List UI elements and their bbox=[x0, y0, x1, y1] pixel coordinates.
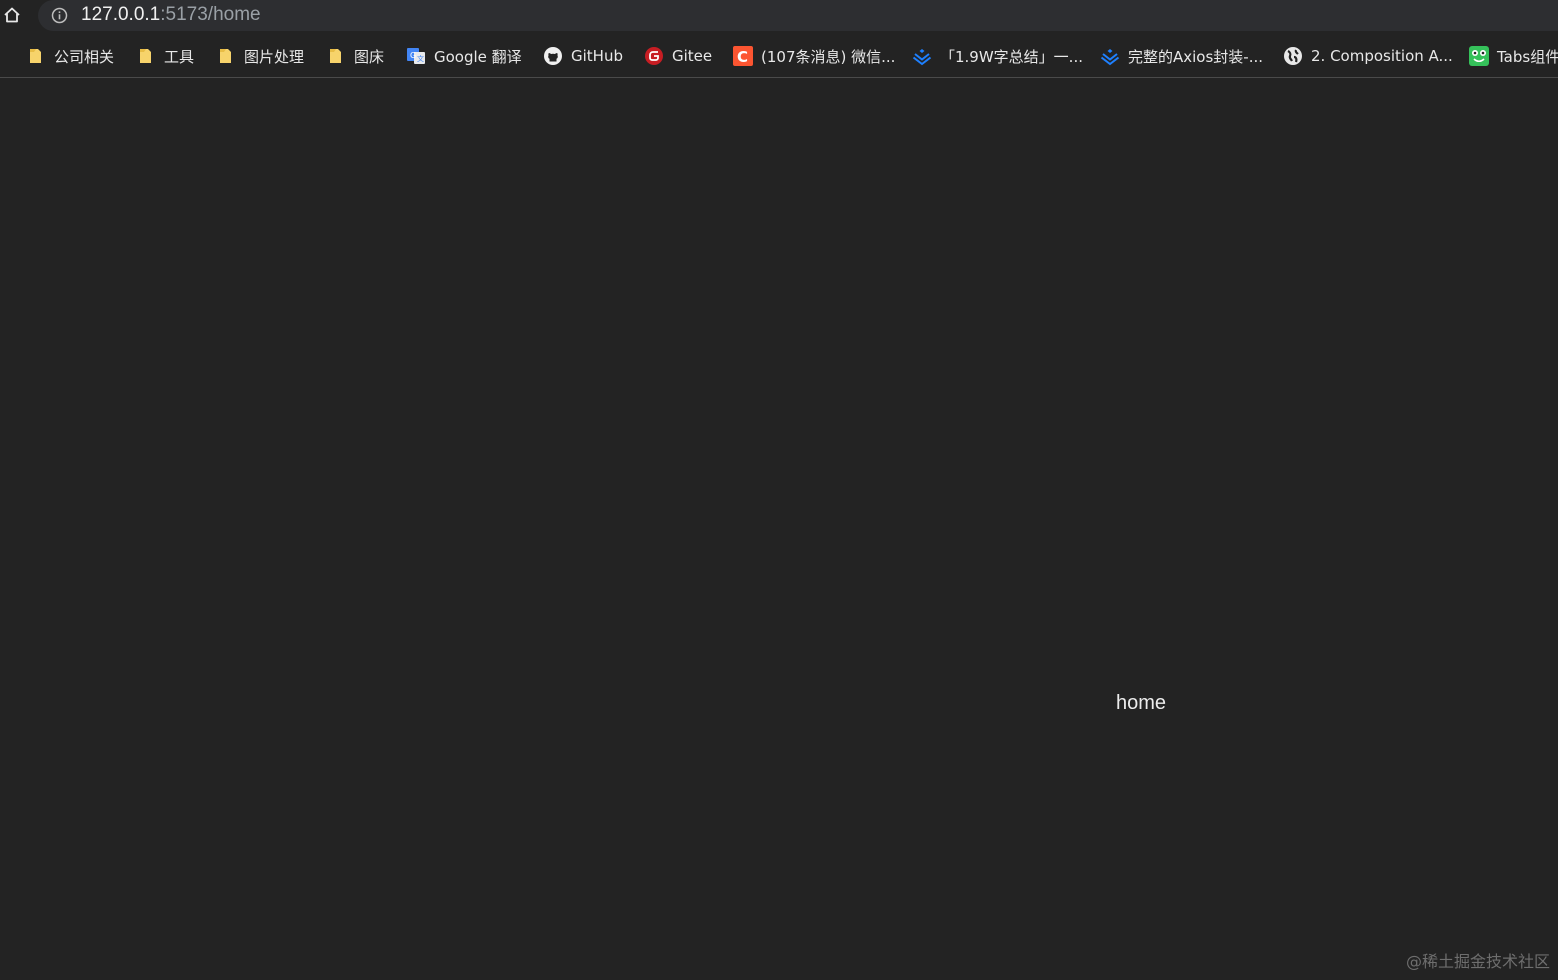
bookmark-csdn-article[interactable]: C (107条消息) 微信... bbox=[733, 44, 895, 68]
bookmark-label: 完整的Axios封装-... bbox=[1128, 47, 1264, 66]
folder-icon bbox=[140, 49, 151, 63]
folder-icon bbox=[220, 49, 231, 63]
google-translate-icon: G文 bbox=[407, 48, 425, 64]
github-icon bbox=[544, 47, 562, 65]
bookmark-folder-image-host[interactable]: 图床 bbox=[326, 44, 384, 68]
url-path: :5173/home bbox=[160, 4, 261, 25]
csdn-icon: C bbox=[733, 46, 753, 66]
juejin-icon bbox=[1100, 49, 1120, 66]
info-icon[interactable] bbox=[51, 7, 68, 24]
page-content: home bbox=[0, 79, 1558, 980]
bookmark-label: 工具 bbox=[164, 47, 195, 66]
home-icon bbox=[4, 7, 20, 23]
svg-text:C: C bbox=[737, 48, 748, 66]
globe-icon bbox=[1284, 47, 1302, 65]
folder-icon bbox=[330, 49, 341, 63]
url-text[interactable]: 127.0.0.1:5173/home bbox=[81, 4, 261, 26]
bookmark-tabs-component[interactable]: Tabs组件 bbox=[1469, 44, 1558, 68]
home-text: home bbox=[1116, 692, 1167, 714]
bookmark-label: 图片处理 bbox=[244, 47, 305, 66]
bookmark-label: 「1.9W字总结」一... bbox=[940, 47, 1083, 66]
bookmark-label: GitHub bbox=[571, 47, 623, 65]
folder-icon bbox=[30, 49, 41, 63]
bookmark-google-translate[interactable]: G文 Google 翻译 bbox=[406, 44, 522, 68]
bookmark-label: Tabs组件 bbox=[1497, 47, 1558, 66]
gitee-icon bbox=[645, 47, 663, 65]
home-button[interactable] bbox=[0, 3, 24, 27]
bookmark-folder-image-processing[interactable]: 图片处理 bbox=[216, 44, 304, 68]
bookmark-juejin-axios[interactable]: 完整的Axios封装-... bbox=[1100, 44, 1263, 68]
omnibox[interactable]: 127.0.0.1:5173/home bbox=[38, 0, 1558, 31]
bookmark-label: 公司相关 bbox=[54, 47, 115, 66]
bookmarks-bar: 公司相关 工具 图片处理 图床 G文 Google 翻译 GitHub Gite… bbox=[0, 34, 1558, 78]
svg-text:文: 文 bbox=[417, 54, 424, 63]
bookmark-github[interactable]: GitHub bbox=[543, 44, 623, 68]
bookmark-label: (107条消息) 微信... bbox=[761, 47, 896, 66]
bookmark-composition-api[interactable]: 2. Composition A... bbox=[1283, 44, 1453, 68]
watermark: @稀土掘金技术社区 bbox=[1405, 952, 1550, 971]
bookmark-folder-company[interactable]: 公司相关 bbox=[26, 44, 114, 68]
frog-icon bbox=[1469, 46, 1489, 66]
juejin-icon bbox=[912, 49, 932, 66]
svg-text:G: G bbox=[410, 51, 416, 60]
bookmark-label: 图床 bbox=[354, 47, 385, 66]
bookmark-juejin-summary[interactable]: 「1.9W字总结」一... bbox=[912, 44, 1083, 68]
url-host: 127.0.0.1 bbox=[81, 4, 161, 25]
bookmark-label: Gitee bbox=[672, 47, 713, 65]
bookmark-label: Google 翻译 bbox=[434, 47, 522, 66]
bookmark-folder-tools[interactable]: 工具 bbox=[136, 44, 194, 68]
address-bar-row: 127.0.0.1:5173/home bbox=[0, 0, 1558, 34]
bookmark-gitee[interactable]: Gitee bbox=[644, 44, 712, 68]
bookmark-label: 2. Composition A... bbox=[1311, 47, 1453, 65]
